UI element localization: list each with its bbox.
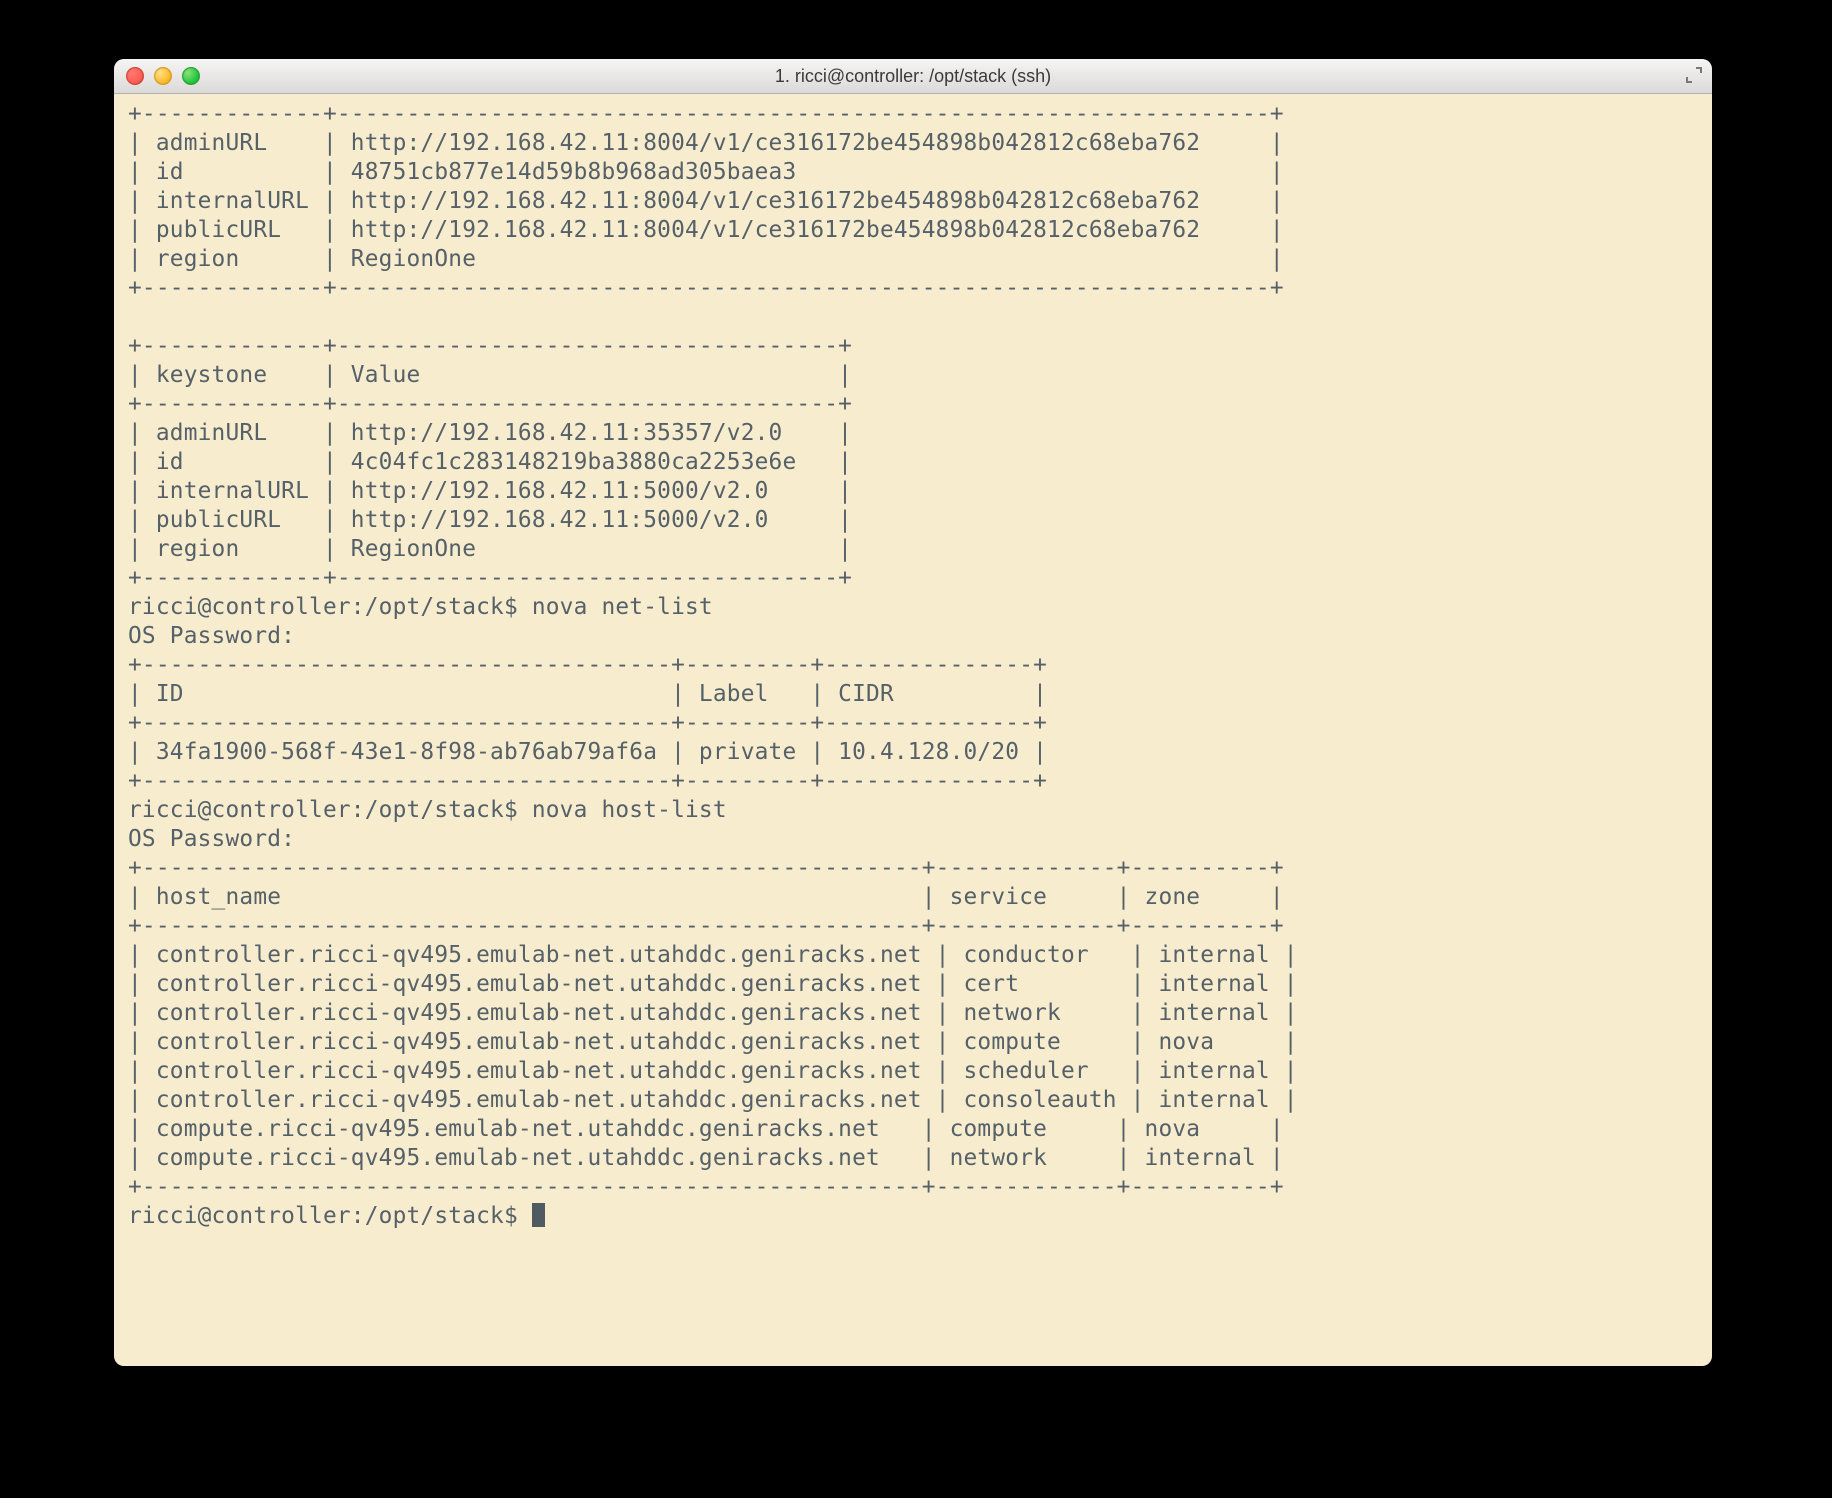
minimize-icon[interactable] [154, 67, 172, 85]
close-icon[interactable] [126, 67, 144, 85]
terminal-window: 1. ricci@controller: /opt/stack (ssh) +-… [114, 59, 1712, 1366]
fullscreen-icon[interactable] [1684, 65, 1704, 85]
cursor-icon [532, 1203, 545, 1227]
traffic-lights [126, 67, 200, 85]
window-titlebar[interactable]: 1. ricci@controller: /opt/stack (ssh) [114, 59, 1712, 94]
terminal-content[interactable]: +-------------+-------------------------… [114, 94, 1712, 1231]
zoom-icon[interactable] [182, 67, 200, 85]
window-title: 1. ricci@controller: /opt/stack (ssh) [114, 66, 1712, 87]
